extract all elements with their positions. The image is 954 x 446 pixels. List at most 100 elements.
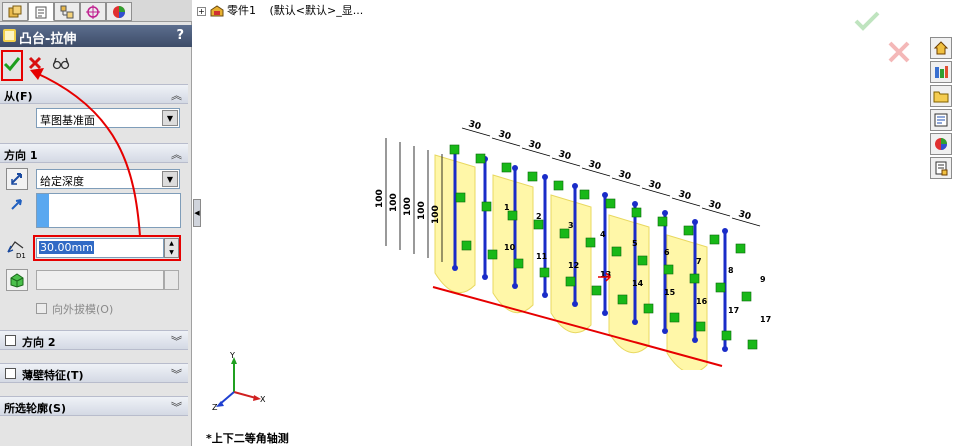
end-condition-select[interactable]: 给定深度 ▼ bbox=[36, 169, 180, 189]
relation-label: 3 bbox=[568, 221, 574, 230]
direction-selection-box[interactable] bbox=[36, 193, 181, 228]
relation-marker bbox=[631, 207, 642, 218]
custom-properties-tab[interactable] bbox=[930, 157, 952, 179]
ok-button[interactable] bbox=[3, 55, 21, 73]
detailed-preview-button[interactable] bbox=[52, 55, 70, 71]
sketch-point bbox=[662, 210, 668, 216]
property-manager-tab[interactable] bbox=[28, 2, 54, 21]
relation-label: 8 bbox=[728, 266, 734, 275]
depth-value: 30.00mm bbox=[39, 241, 94, 254]
relation-label: 12 bbox=[568, 261, 579, 270]
configuration-manager-icon bbox=[60, 5, 74, 18]
feature-manager-icon bbox=[8, 5, 22, 17]
appearances-tab[interactable] bbox=[930, 133, 952, 155]
reverse-direction-button[interactable] bbox=[6, 168, 28, 190]
relation-label: 4 bbox=[600, 230, 606, 239]
display-manager-tab[interactable] bbox=[106, 2, 132, 21]
relation-label: 6 bbox=[664, 248, 670, 257]
depth-spinner[interactable]: ▲ ▼ bbox=[164, 238, 179, 258]
close-icon bbox=[888, 41, 910, 63]
model-preview[interactable]: 30303030303030303030100 100 100 100 100 12345… bbox=[370, 100, 790, 370]
manager-tabs bbox=[0, 0, 192, 22]
sketch-point bbox=[512, 165, 518, 171]
relation-marker bbox=[579, 189, 590, 200]
relation-marker bbox=[709, 234, 720, 245]
from-start-condition-select[interactable]: 草图基准面 ▼ bbox=[36, 108, 180, 128]
file-explorer-tab[interactable] bbox=[930, 85, 952, 107]
side-dimension-label: 100 bbox=[417, 201, 427, 220]
sketch-point bbox=[692, 219, 698, 225]
relation-marker bbox=[721, 330, 732, 341]
feature-manager-tab[interactable] bbox=[2, 2, 28, 21]
relation-label: 9 bbox=[760, 275, 766, 284]
expand-icon[interactable]: + bbox=[197, 6, 206, 16]
from-section-header[interactable]: 从(F) ︽ bbox=[0, 84, 188, 104]
relation-marker bbox=[741, 291, 752, 302]
feature-tree-flyout[interactable]: + 零件1 (默认<默认>_显... bbox=[197, 2, 363, 18]
relation-label: 17 bbox=[760, 315, 771, 324]
relation-marker bbox=[559, 228, 570, 239]
spin-down-icon[interactable]: ▼ bbox=[165, 248, 178, 257]
appearance-icon bbox=[935, 138, 947, 150]
relation-marker bbox=[683, 225, 694, 236]
relation-marker bbox=[475, 153, 486, 164]
view-palette-tab[interactable] bbox=[930, 109, 952, 131]
configuration-manager-tab[interactable] bbox=[54, 2, 80, 21]
confirm-corner-cancel[interactable] bbox=[887, 40, 911, 64]
sketch-point bbox=[542, 174, 548, 180]
relation-marker bbox=[507, 210, 518, 221]
direction2-label: 方向 2 bbox=[22, 336, 56, 349]
relation-marker bbox=[715, 282, 726, 293]
relation-marker bbox=[533, 219, 544, 230]
relation-marker bbox=[461, 240, 472, 251]
dim-xpert-icon bbox=[86, 4, 100, 19]
draft-outward-checkbox[interactable] bbox=[36, 303, 47, 314]
relation-marker bbox=[695, 321, 706, 332]
part-name[interactable]: 零件1 bbox=[227, 4, 256, 17]
display-manager-icon bbox=[113, 5, 125, 18]
library-icon bbox=[935, 66, 948, 78]
relation-marker bbox=[663, 264, 674, 275]
sketch-point bbox=[602, 192, 608, 198]
reference-triad: Y X Z bbox=[212, 352, 266, 412]
direction2-section-header[interactable]: 方向 2 ︾ bbox=[0, 330, 188, 350]
draft-angle-spinner[interactable] bbox=[164, 270, 179, 290]
sketch-point bbox=[572, 183, 578, 189]
resources-tab[interactable] bbox=[930, 37, 952, 59]
direction2-checkbox[interactable] bbox=[5, 335, 16, 346]
panel-collapse-handle[interactable]: ◀ bbox=[193, 199, 201, 227]
property-manager-icon bbox=[35, 6, 47, 18]
thin-feature-section-header[interactable]: 薄壁特征(T) ︾ bbox=[0, 363, 188, 383]
triad-x-label: X bbox=[260, 395, 266, 404]
glasses-icon bbox=[52, 57, 70, 70]
selected-contours-label: 所选轮廓(S) bbox=[4, 402, 66, 415]
from-selected-value: 草图基准面 bbox=[40, 114, 95, 127]
depth-input[interactable]: 30.00mm bbox=[36, 238, 164, 258]
expand-chevron-icon: ︾ bbox=[171, 368, 182, 381]
relation-label: 2 bbox=[536, 212, 542, 221]
design-library-tab[interactable] bbox=[930, 61, 952, 83]
part-configuration[interactable]: (默认<默认>_显... bbox=[270, 4, 364, 17]
relation-marker bbox=[643, 303, 654, 314]
draft-angle-input[interactable] bbox=[36, 270, 164, 290]
sketch-point bbox=[482, 274, 488, 280]
selected-contours-section-header[interactable]: 所选轮廓(S) ︾ bbox=[0, 396, 188, 416]
dimxpert-tab[interactable] bbox=[80, 2, 106, 21]
confirm-corner-ok[interactable] bbox=[853, 10, 881, 32]
part-icon bbox=[210, 5, 223, 17]
draft-on-off-button[interactable] bbox=[6, 269, 28, 291]
sketch-point bbox=[662, 328, 668, 334]
boss-extrude-icon bbox=[3, 29, 16, 42]
checkmark-icon bbox=[3, 57, 21, 72]
relation-marker bbox=[565, 276, 576, 287]
side-dimension-label: 100 bbox=[389, 193, 399, 212]
thin-feature-label: 薄壁特征(T) bbox=[22, 369, 84, 382]
relation-label: 16 bbox=[696, 297, 708, 306]
direction1-section-header[interactable]: 方向 1 ︽ bbox=[0, 143, 188, 163]
cancel-button[interactable] bbox=[28, 56, 42, 70]
thin-feature-checkbox[interactable] bbox=[5, 368, 16, 379]
sketch-point bbox=[632, 201, 638, 207]
help-button[interactable]: ? bbox=[176, 28, 184, 43]
spin-up-icon[interactable]: ▲ bbox=[165, 239, 178, 248]
relation-label: 1 bbox=[504, 203, 510, 212]
